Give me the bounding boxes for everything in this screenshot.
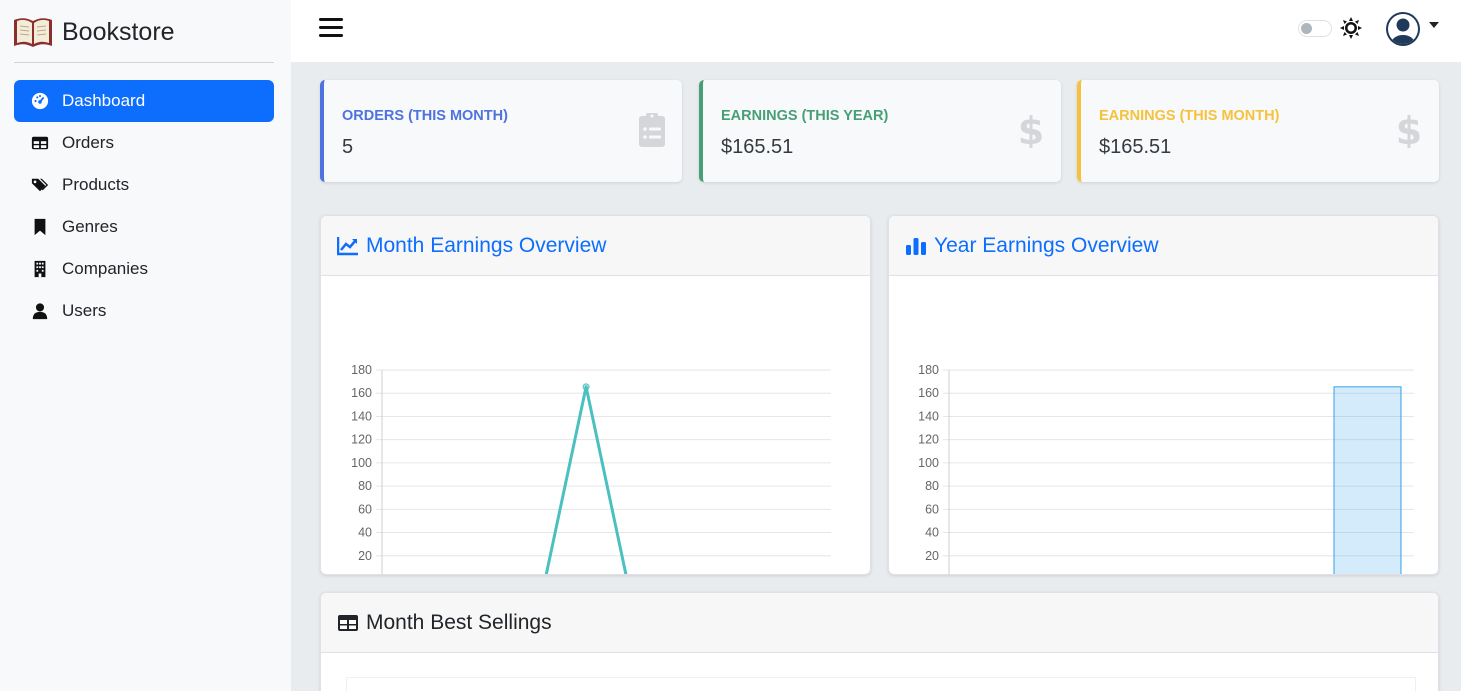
y-tick-label: 60 (358, 502, 372, 516)
stat-card-earnings-month: Earnings (This Month) $165.51 $ (1077, 80, 1439, 182)
panel-title: Month Best Sellings (366, 610, 552, 634)
panel-header: Month Earnings Overview (321, 216, 870, 276)
year-earnings-chart: 0204060801001201401601802020202120222023… (918, 363, 1414, 574)
y-tick-label: 180 (918, 363, 939, 377)
month-best-sellings-panel: Month Best Sellings (320, 592, 1439, 691)
sidebar-item-users[interactable]: Users (14, 290, 274, 332)
y-tick-label: 40 (925, 526, 939, 540)
menu-toggle-button[interactable] (319, 18, 343, 40)
panel-title: Year Earnings Overview (934, 233, 1159, 257)
building-icon (30, 259, 50, 279)
chart-bar-icon (906, 237, 926, 255)
y-tick-label: 160 (918, 386, 939, 400)
panel-title: Month Earnings Overview (366, 233, 607, 257)
stat-value: 5 (342, 136, 354, 158)
brand[interactable]: Bookstore (12, 12, 175, 52)
data-point (582, 383, 590, 391)
y-tick-label: 120 (918, 433, 939, 447)
sidebar-item-label: Users (62, 301, 107, 320)
y-tick-label: 160 (351, 386, 372, 400)
sidebar-item-label: Orders (62, 133, 114, 152)
svg-text:$: $ (1396, 112, 1422, 148)
y-tick-label: 80 (925, 479, 939, 493)
hamburger-line (319, 34, 343, 37)
stat-value: $165.51 (721, 136, 794, 158)
brand-name: Bookstore (62, 17, 175, 46)
tags-icon (30, 175, 50, 195)
best-sellings-table-area (346, 677, 1416, 691)
y-tick-label: 60 (925, 502, 939, 516)
panel-header: Year Earnings Overview (889, 216, 1438, 276)
open-book-icon (14, 18, 52, 47)
clipboard-list-icon (639, 113, 665, 147)
sidebar-item-label: Companies (62, 259, 148, 278)
sidebar-item-orders[interactable]: Orders (14, 122, 274, 164)
dollar-icon: $ (1396, 112, 1422, 148)
dollar-icon: $ (1018, 112, 1044, 148)
stat-label: Earnings (This Year) (721, 108, 889, 124)
sidebar-item-label: Products (62, 175, 130, 194)
brand-divider (14, 62, 274, 63)
sidebar-item-label: Dashboard (62, 91, 146, 110)
bar (1333, 386, 1402, 574)
svg-text:$: $ (1018, 112, 1044, 148)
stat-card-orders-month: Orders (This Month) 5 (320, 80, 682, 182)
sidebar-nav: Dashboard Orders Products Genres Compani… (14, 80, 274, 332)
series-line (544, 385, 628, 574)
month-earnings-chart: 020406080100120140160180JanFebMarAprMayJ… (351, 363, 831, 574)
hamburger-line (319, 18, 343, 21)
y-tick-label: 0 (365, 572, 372, 574)
y-tick-label: 80 (358, 479, 372, 493)
stat-value: $165.51 (1099, 136, 1172, 158)
sun-icon[interactable] (1340, 17, 1362, 39)
sidebar-item-products[interactable]: Products (14, 164, 274, 206)
hamburger-line (319, 26, 343, 29)
bookmark-icon (30, 217, 50, 237)
user-avatar-icon[interactable] (1385, 11, 1421, 47)
table-icon (30, 133, 50, 153)
year-earnings-panel: Year Earnings Overview 0 20 40 60 80 100 120 14… (888, 215, 1439, 575)
y-tick-label: 20 (358, 549, 372, 563)
sidebar-item-companies[interactable]: Companies (14, 248, 274, 290)
chart-line-icon (337, 236, 358, 255)
y-tick-label: 120 (351, 433, 372, 447)
stat-card-earnings-year: Earnings (This Year) $165.51 $ (699, 80, 1061, 182)
sidebar-item-label: Genres (62, 217, 118, 236)
sidebar-item-genres[interactable]: Genres (14, 206, 274, 248)
y-tick-label: 100 (351, 456, 372, 470)
y-tick-label: 180 (351, 363, 372, 377)
stat-label: Earnings (This Month) (1099, 108, 1280, 124)
y-tick-label: 40 (358, 526, 372, 540)
stat-label: Orders (This Month) (342, 108, 508, 124)
topbar (291, 0, 1461, 62)
y-tick-label: 20 (925, 549, 939, 563)
user-icon (30, 301, 50, 321)
y-tick-label: 0 (932, 572, 939, 574)
panel-header: Month Best Sellings (321, 593, 1438, 653)
table-icon (338, 614, 358, 631)
y-tick-label: 100 (918, 456, 939, 470)
sidebar: Bookstore Dashboard Orders Products Genr… (0, 0, 291, 691)
gauge-icon (30, 91, 50, 111)
y-tick-label: 140 (918, 409, 939, 423)
chevron-down-icon[interactable] (1429, 22, 1439, 28)
sidebar-item-dashboard[interactable]: Dashboard (14, 80, 274, 122)
theme-toggle-switch[interactable] (1298, 20, 1332, 37)
y-tick-label: 140 (351, 409, 372, 423)
month-earnings-panel: Month Earnings Overview 0 20 40 60 80 100 120 1… (320, 215, 871, 575)
